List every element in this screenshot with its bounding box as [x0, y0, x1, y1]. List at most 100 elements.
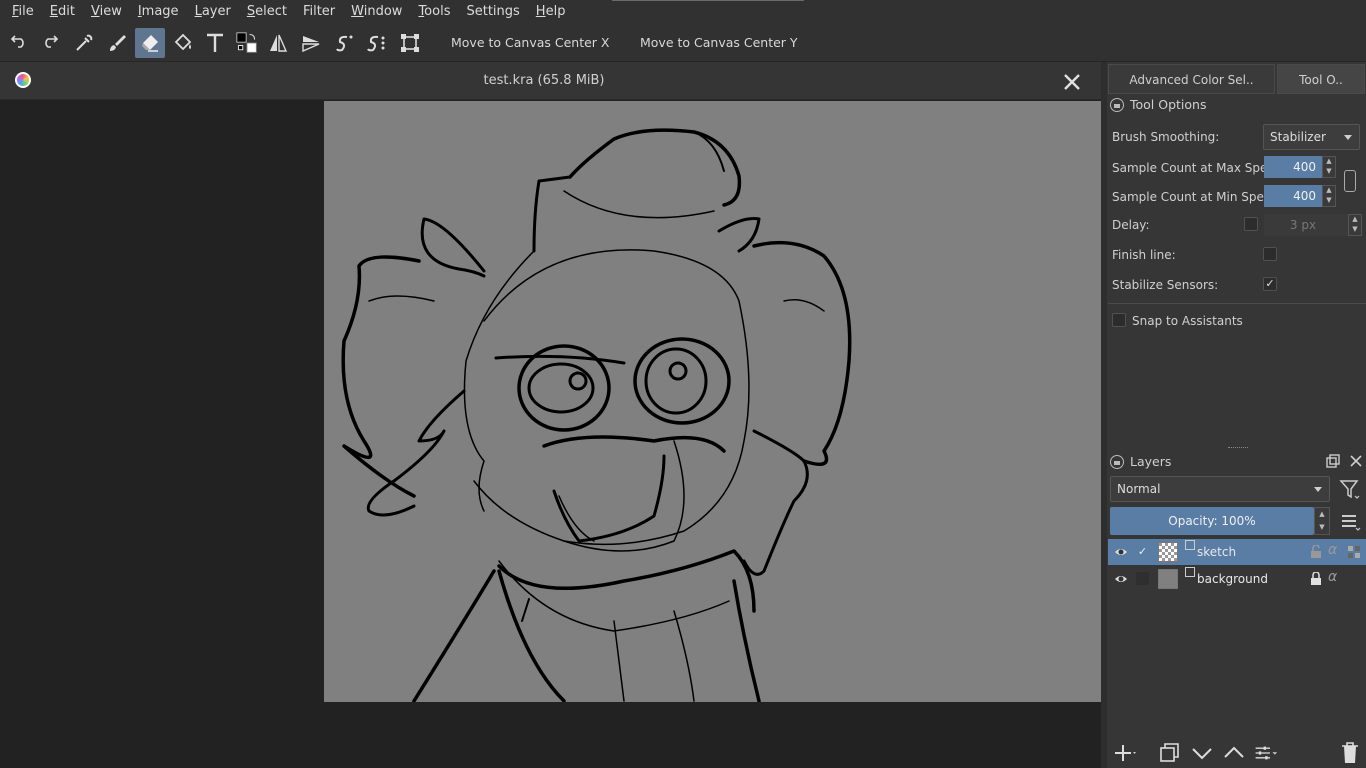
- sample-max-value[interactable]: 400: [1264, 156, 1322, 178]
- undo-icon[interactable]: [4, 28, 34, 58]
- chevron-down-icon: [1314, 487, 1322, 492]
- move-layer-down-icon[interactable]: [1190, 740, 1214, 766]
- menu-mnemonic: S: [246, 4, 256, 19]
- layer-name[interactable]: sketch: [1197, 545, 1236, 559]
- menu-image[interactable]: Image: [130, 0, 187, 24]
- menu-help[interactable]: Help: [528, 0, 574, 24]
- menu-layer[interactable]: Layer: [187, 0, 239, 24]
- sample-max-spinbox[interactable]: 400 ▲ ▼: [1264, 156, 1336, 178]
- layers-bottom-toolbar: [1108, 738, 1366, 768]
- move-center-y-button[interactable]: Move to Canvas Center Y: [640, 35, 798, 50]
- spin-up-icon[interactable]: ▲: [1323, 157, 1335, 167]
- eraser-icon[interactable]: [135, 28, 165, 58]
- brush-smoothing-select[interactable]: Stabilizer: [1263, 124, 1360, 150]
- sample-min-label: Sample Count at Min Speed:: [1112, 190, 1283, 204]
- close-document-icon[interactable]: [1062, 72, 1082, 92]
- menu-tools[interactable]: Tools: [410, 0, 458, 24]
- delay-checkbox[interactable]: [1244, 217, 1258, 231]
- menu-view[interactable]: View: [83, 0, 130, 24]
- redo-icon[interactable]: [35, 28, 65, 58]
- filter-icon[interactable]: [1339, 478, 1361, 500]
- fill-icon[interactable]: [168, 28, 198, 58]
- symmetry-icon[interactable]: [362, 28, 392, 58]
- menu-filter[interactable]: Filter: [295, 0, 343, 24]
- delay-value: 3 px: [1264, 214, 1348, 236]
- menu-label: ile: [18, 4, 34, 19]
- finish-line-checkbox[interactable]: [1263, 247, 1277, 261]
- menu-label: ayer: [201, 4, 231, 19]
- blend-mode-select[interactable]: Normal: [1110, 476, 1330, 502]
- tool-options-title: Tool Options: [1130, 97, 1207, 112]
- eyedropper-icon[interactable]: [69, 28, 99, 58]
- sample-min-value[interactable]: 400: [1264, 185, 1322, 207]
- opacity-spin-buttons[interactable]: ▲ ▼: [1314, 507, 1330, 535]
- snap-to-assistants-checkbox[interactable]: [1112, 313, 1126, 327]
- tool-options-header: Tool Options: [1110, 97, 1206, 112]
- layer-thumbnail: [1158, 542, 1178, 562]
- alpha-lock-icon[interactable]: α: [1328, 569, 1337, 585]
- menu-label: Settings: [466, 4, 520, 19]
- brush-smoothing-label: Brush Smoothing:: [1112, 130, 1220, 144]
- menu-mnemonic: L: [194, 4, 202, 19]
- sample-min-spinbox[interactable]: 400 ▲ ▼: [1264, 185, 1336, 207]
- menu-mnemonic: V: [90, 4, 100, 19]
- layer-name[interactable]: background: [1197, 572, 1268, 586]
- menu-file[interactable]: File: [4, 0, 42, 24]
- layer-type-icon: [1185, 540, 1195, 550]
- layer-checkbox[interactable]: [1136, 572, 1149, 585]
- color-swap-icon[interactable]: [232, 28, 262, 58]
- hamburger-menu-icon[interactable]: [1340, 512, 1362, 532]
- menu-mnemonic: H: [535, 4, 546, 19]
- menu-select[interactable]: Select: [239, 0, 295, 24]
- document-tab-bar: test.kra (65.8 MiB): [0, 62, 1101, 100]
- layer-properties-icon[interactable]: [1254, 740, 1278, 766]
- dock-lock-icon[interactable]: [1110, 454, 1124, 469]
- brush-icon[interactable]: [102, 28, 132, 58]
- menu-edit[interactable]: Edit: [42, 0, 83, 24]
- visibility-eye-icon[interactable]: [1114, 572, 1128, 586]
- move-center-x-button[interactable]: Move to Canvas Center X: [451, 35, 609, 50]
- dock-lock-icon[interactable]: [1110, 97, 1124, 112]
- smoothing-icon[interactable]: [329, 28, 359, 58]
- spin-up-icon[interactable]: ▲: [1323, 186, 1335, 196]
- layer-row-sketch[interactable]: ✓ sketch α: [1108, 539, 1366, 565]
- mirror-y-icon[interactable]: [296, 28, 326, 58]
- canvas[interactable]: [324, 101, 1101, 702]
- stabilize-sensors-label: Stabilize Sensors:: [1112, 278, 1219, 292]
- menu-label: elp: [545, 4, 566, 19]
- float-dock-icon[interactable]: [1326, 454, 1340, 468]
- mirror-x-icon[interactable]: [263, 28, 293, 58]
- visibility-eye-icon[interactable]: [1114, 545, 1128, 559]
- layer-checkbox[interactable]: ✓: [1136, 545, 1149, 558]
- spin-down-icon: ▼: [1352, 225, 1358, 233]
- close-dock-icon[interactable]: [1349, 454, 1363, 468]
- stabilize-sensors-checkbox[interactable]: ✓: [1263, 277, 1277, 291]
- transform-icon[interactable]: [395, 28, 425, 58]
- add-layer-icon[interactable]: [1114, 740, 1138, 766]
- link-chain-icon[interactable]: [1344, 170, 1356, 192]
- text-icon[interactable]: [200, 28, 230, 58]
- tab-tool-options[interactable]: Tool O..: [1277, 64, 1365, 94]
- delete-layer-icon[interactable]: [1338, 740, 1362, 766]
- tab-advanced-color-selector[interactable]: Advanced Color Sel..: [1108, 64, 1275, 94]
- menu-settings[interactable]: Settings: [458, 0, 527, 24]
- delay-spinbox: 3 px ▲ ▼: [1264, 214, 1362, 236]
- layers-header: Layers: [1110, 454, 1171, 469]
- unlock-icon[interactable]: [1310, 545, 1322, 558]
- menu-mnemonic: E: [49, 4, 58, 19]
- layer-row-background[interactable]: background α: [1108, 566, 1366, 592]
- menubar: File Edit View Image Layer Select Filter Window…: [0, 0, 1366, 24]
- spin-down-icon[interactable]: ▼: [1323, 167, 1335, 177]
- move-layer-up-icon[interactable]: [1222, 740, 1246, 766]
- alpha-lock-icon[interactable]: α: [1328, 542, 1337, 558]
- panel-splitter[interactable]: [1101, 62, 1107, 768]
- inherit-alpha-icon[interactable]: [1346, 544, 1362, 560]
- layer-opacity-slider[interactable]: Opacity: 100%: [1110, 507, 1314, 535]
- menu-window[interactable]: Window: [343, 0, 410, 24]
- duplicate-layer-icon[interactable]: [1158, 740, 1182, 766]
- lock-icon[interactable]: [1310, 572, 1322, 585]
- spin-down-icon[interactable]: ▼: [1323, 196, 1335, 206]
- toolbar: Move to Canvas Center X Move to Canvas C…: [0, 24, 1366, 62]
- dock-resize-grip[interactable]: [1228, 447, 1248, 450]
- delay-label: Delay:: [1112, 218, 1150, 232]
